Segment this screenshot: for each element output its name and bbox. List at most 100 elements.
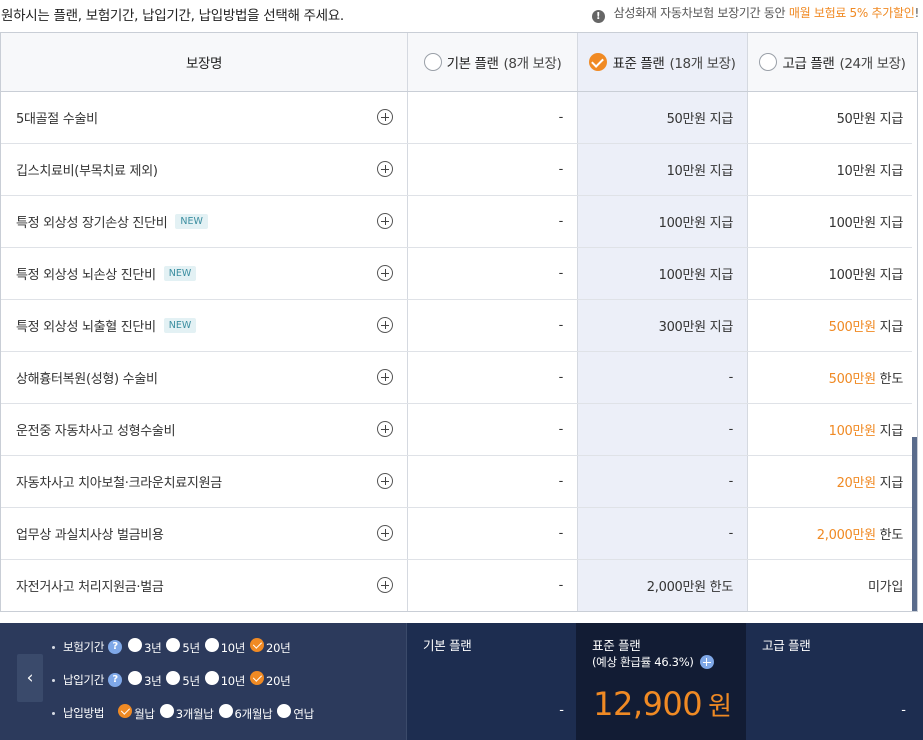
- premium-suffix: 한도: [875, 372, 904, 387]
- coverage-name-text: 자동차사고 치아보철·크라운치료지원금: [16, 476, 222, 491]
- premium-value: 미가입: [747, 560, 917, 611]
- radio-standard-plan-checked[interactable]: [589, 53, 608, 71]
- summary-price: 12,900 원: [593, 685, 732, 723]
- radio-insurance-period-0[interactable]: [128, 638, 143, 652]
- radio-payment-method-0[interactable]: [118, 704, 133, 718]
- table-row: 특정 외상성 뇌손상 진단비 NEW -100만원 지급 100만원 지급: [1, 248, 917, 300]
- plan-tab-premium[interactable]: 고급 플랜 (24개 보장): [747, 33, 917, 91]
- coverage-name: 자동차사고 치아보철·크라운치료지원금: [16, 456, 376, 507]
- choice-label[interactable]: 5년: [182, 641, 200, 655]
- premium-amount: 2,000만원: [816, 528, 876, 543]
- premium-amount: 100만원: [828, 424, 877, 439]
- table-row: 자동차사고 치아보철·크라운치료지원금 - -20만원 지급: [1, 456, 917, 508]
- premium-suffix: 지급: [875, 268, 904, 283]
- choice-group: 월납 3개월납 6개월납 연납: [116, 704, 317, 722]
- radio-payment-method-1[interactable]: [159, 704, 174, 718]
- choice-label[interactable]: 3년: [144, 641, 162, 655]
- table-row: 5대골절 수술비 -50만원 지급 50만원 지급: [1, 92, 917, 144]
- choice-label[interactable]: 20년: [266, 674, 291, 688]
- radio-payment-period-2[interactable]: [204, 671, 219, 685]
- option-label: 납입기간: [63, 673, 105, 687]
- price-value: 12,900: [593, 685, 703, 723]
- choice-label[interactable]: 3개월납: [176, 707, 214, 721]
- radio-payment-method-3[interactable]: [277, 704, 292, 718]
- coverage-name: 특정 외상성 장기손상 진단비 NEW: [16, 196, 376, 247]
- basic-value: -: [558, 422, 564, 437]
- prev-arrow-button[interactable]: ‹: [17, 654, 43, 702]
- choice-label[interactable]: 3년: [144, 674, 162, 688]
- expand-plus-icon[interactable]: [377, 577, 393, 593]
- choice-label[interactable]: 10년: [221, 674, 246, 688]
- summary-price: -: [559, 703, 564, 718]
- notice-highlight: 매월 보험료 5% 추가할인: [788, 6, 915, 20]
- summary-premium-plan[interactable]: 고급 플랜 -: [746, 623, 918, 740]
- coverage-name: 특정 외상성 뇌손상 진단비 NEW: [16, 248, 376, 299]
- bullet-icon: [52, 645, 55, 649]
- refund-rate: (예상 환급률 46.3%): [592, 654, 714, 670]
- premium-amount: 20만원: [836, 476, 877, 491]
- radio-payment-method-2[interactable]: [218, 704, 233, 718]
- expand-plus-icon[interactable]: [377, 109, 393, 125]
- standard-value: 100만원 지급: [658, 216, 734, 231]
- standard-value: -: [728, 474, 734, 489]
- coverage-name-text: 특정 외상성 뇌손상 진단비: [16, 268, 156, 283]
- new-badge: NEW: [163, 266, 197, 281]
- radio-insurance-period-3[interactable]: [250, 638, 265, 652]
- radio-payment-period-1[interactable]: [166, 671, 181, 685]
- radio-premium-plan[interactable]: [759, 53, 778, 71]
- help-icon[interactable]: ?: [108, 673, 123, 687]
- expand-plus-icon[interactable]: [377, 265, 393, 281]
- choice-label[interactable]: 10년: [221, 641, 246, 655]
- summary-standard-plan[interactable]: 표준 플랜 (예상 환급률 46.3%) 12,900 원: [576, 623, 746, 740]
- table-row: 상해흉터복원(성형) 수술비 - -500만원 한도: [1, 352, 917, 404]
- summary-bar: ‹ 보험기간 ? 3년 5년 10년 20년 납입기간 ? 3년 5년 10년 20년 납입…: [0, 623, 923, 740]
- coverage-name-text: 특정 외상성 뇌출혈 진단비: [16, 320, 156, 335]
- scrollbar[interactable]: [912, 92, 917, 611]
- basic-value: -: [558, 318, 564, 333]
- radio-insurance-period-2[interactable]: [204, 638, 219, 652]
- refund-rate-text: (예상 환급률 46.3%): [592, 655, 694, 669]
- help-icon[interactable]: ?: [108, 640, 123, 654]
- choice-label[interactable]: 5년: [182, 674, 200, 688]
- plan-premium-count: (24개 보장): [839, 56, 906, 72]
- coverage-name-text: 깁스치료비(부목치료 제외): [16, 164, 158, 179]
- info-icon: !: [591, 10, 605, 23]
- standard-value: -: [728, 422, 734, 437]
- scrollbar-thumb[interactable]: [912, 437, 917, 611]
- premium-value: 2,000만원 한도: [747, 508, 917, 559]
- radio-payment-period-3[interactable]: [250, 671, 265, 685]
- plan-tab-basic[interactable]: 기본 플랜 (8개 보장): [407, 33, 577, 91]
- plan-premium-name: 고급 플랜: [782, 56, 835, 72]
- plan-standard-count: (18개 보장): [669, 56, 736, 72]
- premium-amount: 100만원: [828, 216, 877, 231]
- premium-value: 500만원 지급: [747, 300, 917, 351]
- premium-value: 20만원 지급: [747, 456, 917, 507]
- notice-suffix: !: [914, 6, 919, 20]
- radio-basic-plan[interactable]: [423, 53, 442, 71]
- plan-tab-standard[interactable]: 표준 플랜 (18개 보장): [577, 33, 747, 91]
- choice-label[interactable]: 6개월납: [235, 707, 273, 721]
- expand-plus-icon[interactable]: [377, 213, 393, 229]
- choice-label[interactable]: 연납: [293, 707, 314, 721]
- radio-insurance-period-1[interactable]: [166, 638, 181, 652]
- new-badge: NEW: [175, 214, 208, 229]
- expand-plus-icon[interactable]: [377, 473, 393, 489]
- expand-plus-icon[interactable]: [377, 369, 393, 385]
- notice-prefix: 삼성화재 자동차보험 보장기간 동안: [613, 6, 786, 20]
- expand-plus-icon[interactable]: [377, 317, 393, 333]
- basic-value: -: [558, 266, 564, 281]
- expand-plus-icon[interactable]: [377, 525, 393, 541]
- coverage-name: 업무상 과실치사상 벌금비용: [16, 508, 376, 559]
- table-row: 운전중 자동차사고 성형수술비 - -100만원 지급: [1, 404, 917, 456]
- standard-value: 50만원 지급: [666, 112, 734, 127]
- radio-payment-period-0[interactable]: [128, 671, 143, 685]
- choice-label[interactable]: 20년: [266, 641, 291, 655]
- expand-plus-icon[interactable]: [377, 421, 393, 437]
- summary-basic-plan[interactable]: 기본 플랜 -: [406, 623, 576, 740]
- coverage-name: 상해흉터복원(성형) 수술비: [16, 352, 376, 403]
- expand-plus-icon[interactable]: [377, 161, 393, 177]
- standard-value: 100만원 지급: [658, 268, 734, 283]
- premium-suffix: 지급: [875, 320, 904, 335]
- choice-label[interactable]: 월납: [134, 707, 155, 721]
- expand-plus-icon[interactable]: [699, 655, 714, 669]
